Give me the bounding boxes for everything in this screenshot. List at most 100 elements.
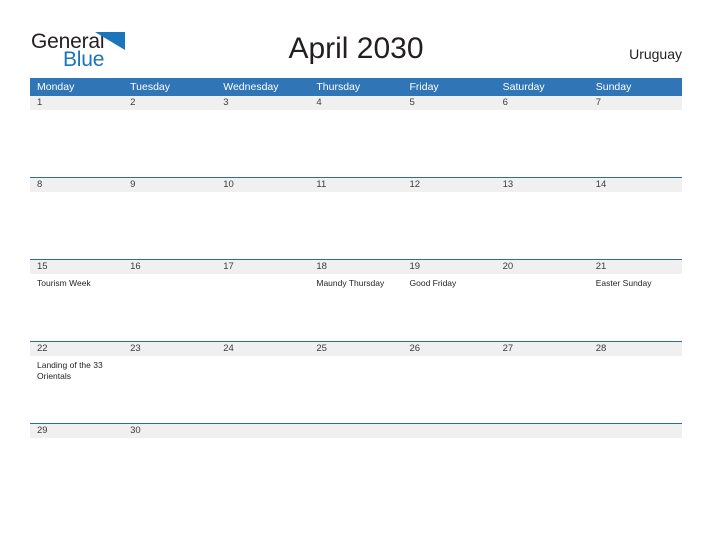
day-number: 20: [502, 261, 514, 272]
day-events: Easter Sunday: [596, 274, 676, 289]
day-events: [410, 438, 490, 442]
day-events: [596, 110, 676, 114]
day-number: 1: [37, 97, 43, 108]
calendar-day-cell[interactable]: 17: [216, 260, 309, 341]
day-events: [503, 274, 583, 278]
day-events: Maundy Thursday: [316, 274, 396, 289]
day-events: [223, 110, 303, 114]
weekday-header-tuesday: Tuesday: [130, 81, 171, 93]
day-events: [223, 192, 303, 196]
calendar-day-cell[interactable]: 6: [496, 96, 589, 177]
day-events: [130, 274, 210, 278]
day-number: 5: [409, 97, 415, 108]
day-events: [596, 192, 676, 196]
calendar-day-cell[interactable]: 7: [589, 96, 682, 177]
day-number: 28: [595, 343, 607, 354]
day-number: 27: [502, 343, 514, 354]
holiday-label: Good Friday: [409, 278, 457, 288]
calendar-day-cell[interactable]: 16: [123, 260, 216, 341]
day-events: Tourism Week: [37, 274, 117, 289]
calendar-day-cell-empty: [403, 424, 496, 505]
holiday-label: Tourism Week: [37, 278, 91, 288]
calendar-day-cell[interactable]: 23: [123, 342, 216, 423]
day-events: [503, 438, 583, 442]
day-events: [37, 438, 117, 442]
day-number: 25: [316, 343, 327, 354]
calendar-day-cell[interactable]: 11: [309, 178, 402, 259]
day-number: 3: [223, 97, 229, 108]
calendar-day-cell[interactable]: 21 Easter Sunday: [589, 260, 682, 341]
calendar-day-cell[interactable]: 30: [123, 424, 216, 505]
day-number: 18: [316, 261, 327, 272]
day-number: 19: [409, 261, 421, 272]
day-events: [223, 438, 303, 442]
calendar-week-row: 22 Landing of the 33 Orientals 23 24 25 26 27 2…: [30, 341, 682, 423]
calendar-week-row: 29 30: [30, 423, 682, 505]
day-events: [130, 438, 210, 442]
day-events: [316, 110, 396, 114]
day-number: 29: [37, 425, 48, 436]
calendar-day-cell[interactable]: 14: [589, 178, 682, 259]
day-number: 17: [223, 261, 234, 272]
day-cells: 29 30: [30, 424, 682, 505]
day-events: [316, 438, 396, 442]
day-number: 12: [409, 179, 421, 190]
day-number: 4: [316, 97, 322, 108]
calendar-day-cell[interactable]: 2: [123, 96, 216, 177]
day-number: 13: [502, 179, 514, 190]
calendar-day-cell[interactable]: 26: [403, 342, 496, 423]
calendar-day-cell[interactable]: 25: [309, 342, 402, 423]
calendar-day-cell[interactable]: 5: [403, 96, 496, 177]
calendar-day-cell[interactable]: 24: [216, 342, 309, 423]
calendar-day-cell[interactable]: 15 Tourism Week: [30, 260, 123, 341]
day-number: 9: [130, 179, 136, 190]
calendar-day-cell[interactable]: 22 Landing of the 33 Orientals: [30, 342, 123, 423]
day-events: [316, 192, 396, 196]
day-number: 6: [502, 97, 508, 108]
day-events: Good Friday: [410, 274, 490, 289]
calendar-day-cell-empty: [216, 424, 309, 505]
day-events: [410, 356, 490, 360]
day-events: [223, 356, 303, 360]
day-cells: 22 Landing of the 33 Orientals 23 24 25 26 27 2…: [30, 342, 682, 423]
day-events: [223, 274, 303, 278]
calendar-day-cell[interactable]: 3: [216, 96, 309, 177]
calendar-day-cell[interactable]: 20: [496, 260, 589, 341]
day-cells: 15 Tourism Week 16 17 18 Maundy Thursday 19 Goo…: [30, 260, 682, 341]
calendar-day-cell-empty: [589, 424, 682, 505]
calendar-day-cell[interactable]: 29: [30, 424, 123, 505]
calendar-day-cell[interactable]: 4: [309, 96, 402, 177]
day-number: 8: [37, 179, 43, 190]
day-events: [596, 438, 676, 442]
day-number: 23: [130, 343, 141, 354]
calendar-day-cell[interactable]: 1: [30, 96, 123, 177]
calendar-day-cell-empty: [496, 424, 589, 505]
calendar-day-cell[interactable]: 9: [123, 178, 216, 259]
holiday-label: Easter Sunday: [595, 278, 652, 288]
day-number: 22: [37, 343, 48, 354]
calendar-day-cell-empty: [309, 424, 402, 505]
calendar-day-cell[interactable]: 18 Maundy Thursday: [309, 260, 402, 341]
calendar-weeks: 1 2 3 4 5 6 7 8 9 10 11 12 13 14 15 Tourism Week 16 17 18 M…: [30, 96, 682, 505]
holiday-label: Landing of the 33 Orientals: [37, 360, 103, 381]
calendar-week-row: 1 2 3 4 5 6 7: [30, 96, 682, 177]
day-number: 30: [130, 425, 141, 436]
day-events: [596, 356, 676, 360]
calendar-day-cell[interactable]: 27: [496, 342, 589, 423]
page-title: April 2030: [288, 32, 424, 65]
calendar-day-cell[interactable]: 8: [30, 178, 123, 259]
calendar-day-cell[interactable]: 19 Good Friday: [403, 260, 496, 341]
weekday-header-wednesday: Wednesday: [223, 81, 279, 93]
calendar-day-cell[interactable]: 10: [216, 178, 309, 259]
day-number: 21: [595, 261, 607, 272]
day-number: 16: [130, 261, 141, 272]
calendar-day-cell[interactable]: 12: [403, 178, 496, 259]
calendar-day-cell[interactable]: 28: [589, 342, 682, 423]
day-number: 2: [130, 97, 136, 108]
day-events: [130, 356, 210, 360]
day-events: [130, 110, 210, 114]
day-number: 7: [595, 97, 602, 108]
weekday-header-row: Monday Tuesday Wednesday Thursday Friday Satu…: [30, 78, 682, 96]
day-number: 11: [316, 179, 327, 190]
calendar-day-cell[interactable]: 13: [496, 178, 589, 259]
